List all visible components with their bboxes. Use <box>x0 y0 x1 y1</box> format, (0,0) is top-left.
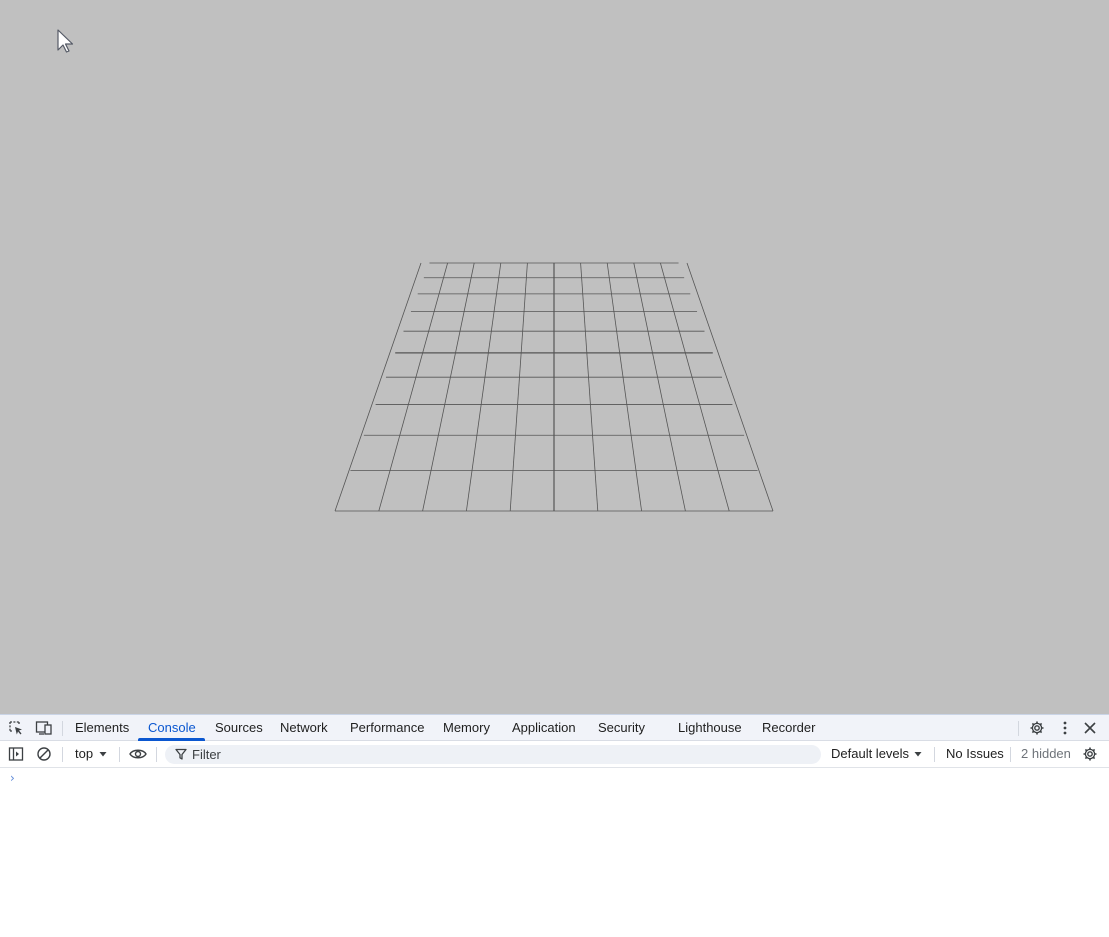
toolbar-separator <box>1010 747 1011 762</box>
context-selector[interactable]: top <box>75 741 93 767</box>
filter-input[interactable] <box>192 745 792 764</box>
devtools-panel: Elements Console Sources Network Perform… <box>0 714 1109 937</box>
inspect-element-icon[interactable] <box>7 719 25 737</box>
grid-line <box>466 262 502 512</box>
tabbar-separator <box>1018 721 1019 736</box>
tab-recorder[interactable]: Recorder <box>762 715 815 741</box>
toolbar-separator <box>934 747 935 762</box>
grid-line <box>509 262 528 512</box>
filter-box[interactable] <box>165 745 821 764</box>
console-output-area[interactable]: › <box>0 768 1109 937</box>
device-toolbar-icon[interactable] <box>35 719 53 737</box>
tab-performance[interactable]: Performance <box>350 715 424 741</box>
sidebar-toggle-icon[interactable] <box>7 745 25 763</box>
grid-line <box>378 262 448 512</box>
filter-funnel-icon <box>175 748 187 760</box>
tab-elements[interactable]: Elements <box>75 715 129 741</box>
toolbar-separator <box>119 747 120 762</box>
grid-line <box>686 262 774 512</box>
grid-line <box>334 262 422 512</box>
console-settings-gear-icon[interactable] <box>1081 745 1099 763</box>
tab-application[interactable]: Application <box>512 715 576 741</box>
more-vert-icon[interactable] <box>1056 719 1074 737</box>
perspective-grid-plane <box>334 262 774 512</box>
grid-line <box>660 262 730 512</box>
devtools-tabbar: Elements Console Sources Network Perform… <box>0 714 1109 741</box>
live-expression-eye-icon[interactable] <box>128 745 148 763</box>
grid-line <box>606 262 642 512</box>
tab-sources[interactable]: Sources <box>215 715 263 741</box>
console-toolbar: top Default levels No Issues 2 hidden <box>0 741 1109 768</box>
dropdown-arrow-icon[interactable] <box>911 745 925 763</box>
tabbar-separator <box>62 721 63 736</box>
close-icon[interactable] <box>1081 719 1099 737</box>
tab-network[interactable]: Network <box>280 715 328 741</box>
issues-counter[interactable]: No Issues <box>946 741 1004 767</box>
clear-console-icon[interactable] <box>35 745 53 763</box>
grid-line <box>422 262 475 512</box>
cursor-arrow-icon <box>57 29 74 53</box>
webgl-canvas-viewport[interactable] <box>0 0 1109 714</box>
dropdown-arrow-icon[interactable] <box>96 745 110 763</box>
hidden-messages-count: 2 hidden <box>1021 746 1071 761</box>
toolbar-separator <box>62 747 63 762</box>
tab-security[interactable]: Security <box>598 715 645 741</box>
grid-line <box>633 262 686 512</box>
tab-memory[interactable]: Memory <box>443 715 490 741</box>
toolbar-separator <box>156 747 157 762</box>
tab-lighthouse[interactable]: Lighthouse <box>678 715 742 741</box>
log-levels-dropdown[interactable]: Default levels <box>831 741 909 767</box>
console-prompt[interactable]: › <box>10 771 15 785</box>
settings-gear-icon[interactable] <box>1028 719 1046 737</box>
grid-line <box>580 262 599 512</box>
